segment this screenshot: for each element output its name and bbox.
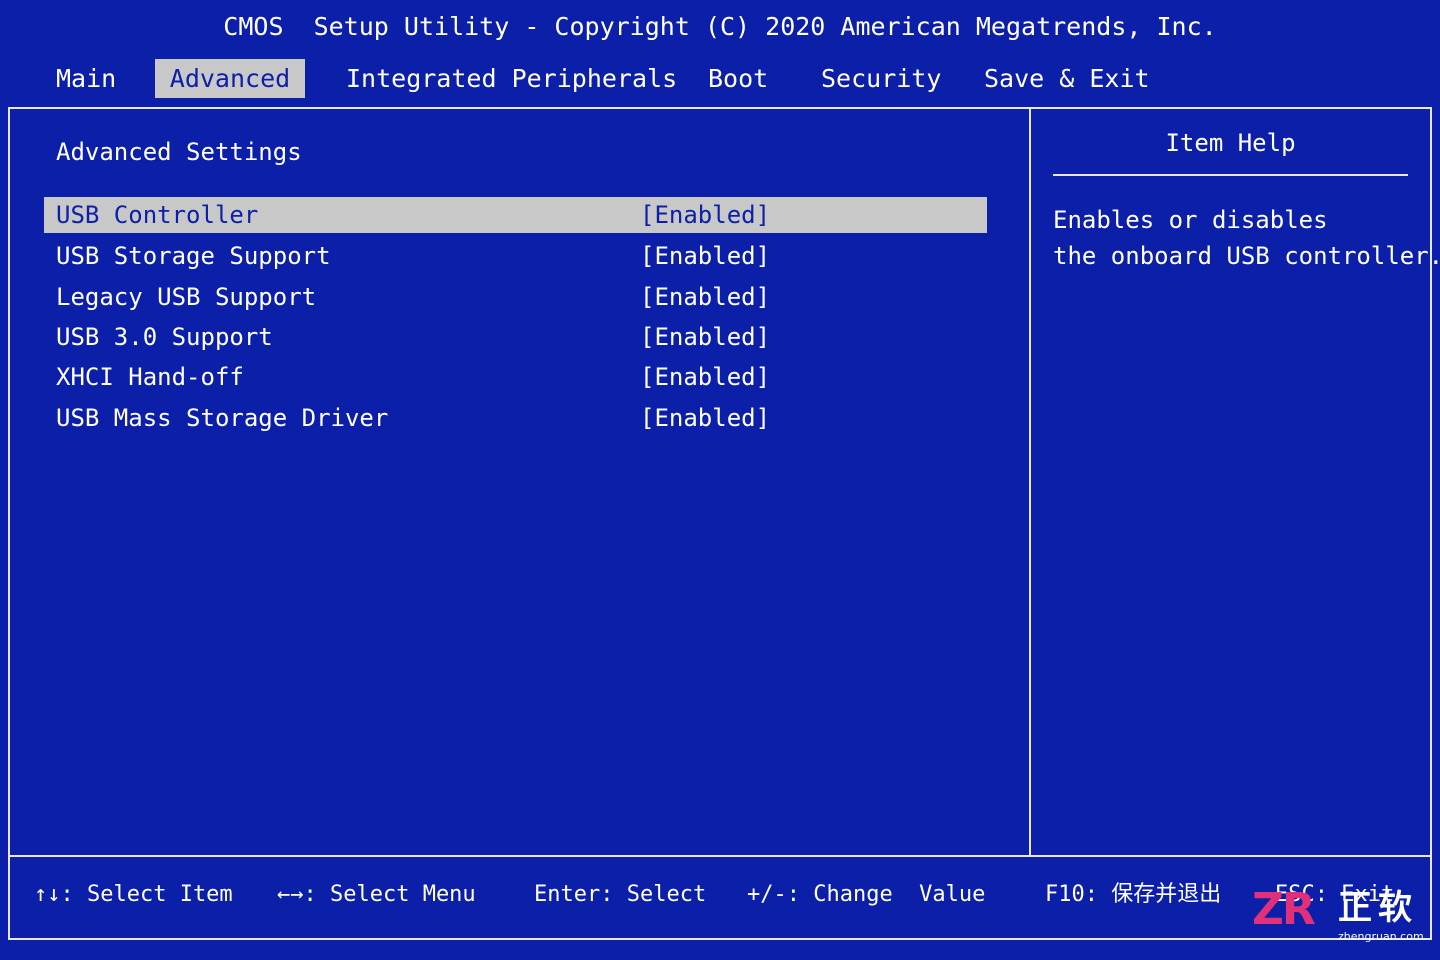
footer-divider xyxy=(8,855,1432,857)
tab-integrated-peripherals[interactable]: Integrated Peripherals xyxy=(346,59,677,98)
hint-change-value: +/-: Change Value xyxy=(747,882,986,907)
setting-value[interactable]: [Enabled] xyxy=(640,239,770,273)
tab-security[interactable]: Security xyxy=(821,59,941,98)
window-title: CMOS Setup Utility - Copyright (C) 2020 … xyxy=(223,12,1217,41)
tab-main[interactable]: Main xyxy=(56,59,116,98)
setting-value[interactable]: [Enabled] xyxy=(640,360,770,394)
help-title-underline xyxy=(1053,174,1408,176)
setting-label: XHCI Hand-off xyxy=(56,363,244,391)
help-text-line: the onboard USB controller. xyxy=(1053,242,1440,270)
panel-divider xyxy=(1029,107,1031,856)
setting-value[interactable]: [Enabled] xyxy=(640,401,770,435)
frame-bottom-border xyxy=(8,938,1432,940)
setting-label: USB 3.0 Support xyxy=(56,323,273,351)
setting-label: USB Mass Storage Driver xyxy=(56,404,389,432)
tab-save-exit[interactable]: Save & Exit xyxy=(984,59,1150,98)
hint-save-exit: F10: 保存并退出 xyxy=(1045,882,1222,907)
setting-value[interactable]: [Enabled] xyxy=(640,280,770,314)
watermark-logo-mark: ZR xyxy=(1252,884,1316,935)
help-text-line: Enables or disables xyxy=(1053,206,1328,234)
frame-top-border xyxy=(8,107,1432,109)
watermark-logo-name: 正软 xyxy=(1338,888,1418,928)
watermark-url: zhengruan.com xyxy=(1338,930,1424,943)
frame-right-border xyxy=(1430,107,1432,940)
hint-select-item: ↑↓: Select Item xyxy=(34,882,233,907)
tab-boot[interactable]: Boot xyxy=(708,59,768,98)
settings-heading: Advanced Settings xyxy=(56,138,302,166)
hint-enter-select: Enter: Select xyxy=(534,882,707,907)
tab-advanced[interactable]: Advanced xyxy=(155,59,305,98)
setting-value[interactable]: [Enabled] xyxy=(640,320,770,354)
setting-value[interactable]: [Enabled] xyxy=(640,198,770,232)
frame-left-border xyxy=(8,107,10,940)
setting-label: Legacy USB Support xyxy=(56,283,317,311)
hint-select-menu: ←→: Select Menu xyxy=(277,882,476,907)
setting-label: USB Controller xyxy=(56,201,259,229)
help-title: Item Help xyxy=(1165,129,1296,157)
setting-label: USB Storage Support xyxy=(56,242,331,270)
